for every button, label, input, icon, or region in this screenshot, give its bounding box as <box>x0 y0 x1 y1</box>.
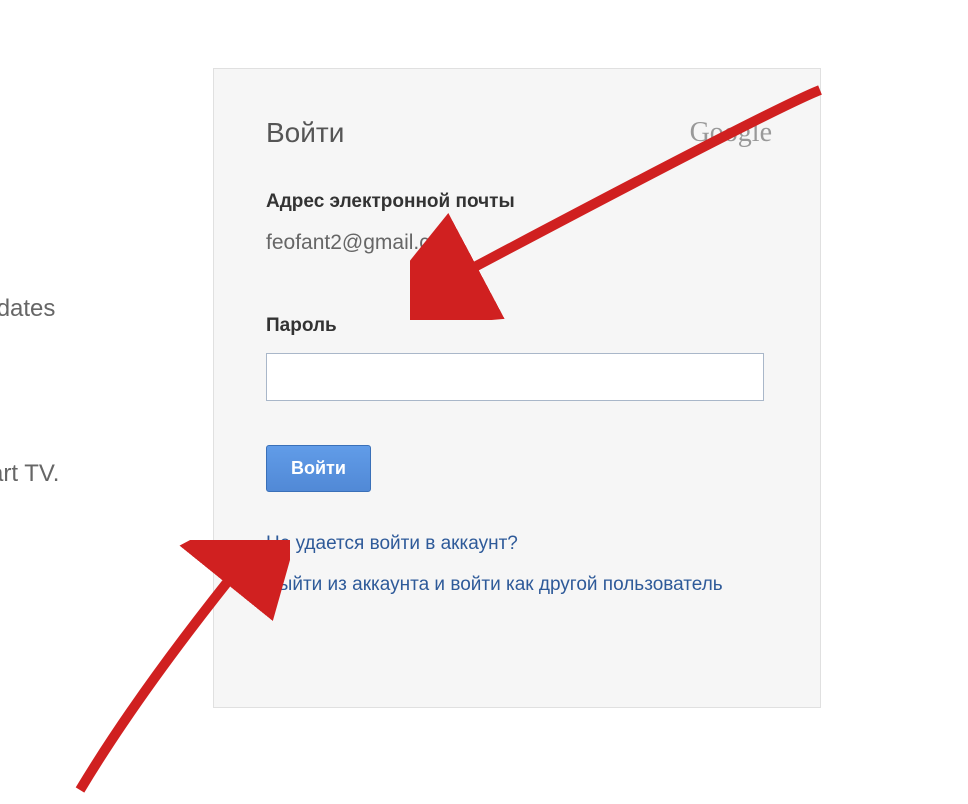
password-label: Пароль <box>266 315 768 337</box>
switch-account-link[interactable]: Выйти из аккаунта и войти как другой пол… <box>266 571 768 600</box>
email-label: Адрес электронной почты <box>266 191 768 213</box>
login-card: Google Войти Адрес электронной почты feo… <box>213 68 821 708</box>
background-text-smart-tv: mart TV. <box>0 460 59 488</box>
password-input[interactable] <box>266 353 764 401</box>
background-text-updates: updates <box>0 295 55 323</box>
google-logo: Google <box>690 117 772 149</box>
signin-button[interactable]: Войти <box>266 445 371 492</box>
cant-access-account-link[interactable]: Не удается войти в аккаунт? <box>266 530 768 559</box>
password-field-wrapper <box>266 353 768 401</box>
email-value: feofant2@gmail.com <box>266 231 768 255</box>
